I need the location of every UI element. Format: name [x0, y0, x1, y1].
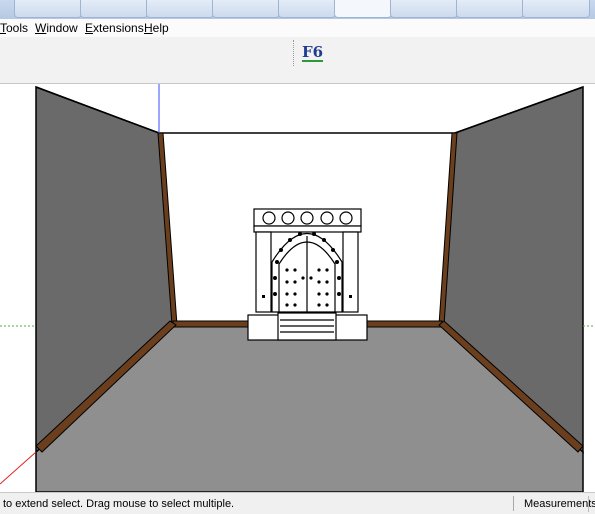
model-viewport[interactable]: [0, 84, 595, 492]
menu-window[interactable]: Window: [35, 21, 78, 35]
browser-tab-strip: [0, 0, 595, 19]
browser-tab[interactable]: [14, 0, 82, 18]
browser-tab[interactable]: [456, 0, 524, 18]
menu-extensions[interactable]: Extensions: [85, 21, 144, 35]
browser-tab-active[interactable]: [334, 0, 392, 18]
browser-tab[interactable]: [80, 0, 148, 18]
status-divider: [513, 496, 514, 511]
menu-bar: Tools Window Extensions Help: [0, 19, 595, 37]
plugin-f6-button[interactable]: F6: [299, 40, 326, 66]
toolbar-area: F6: [0, 37, 595, 84]
toolbar-grip[interactable]: [293, 40, 297, 66]
status-hint: to extend select. Drag mouse to select m…: [3, 498, 235, 510]
menu-help-label: elp: [152, 21, 169, 35]
model-scene: [0, 84, 595, 492]
status-bar: to extend select. Drag mouse to select m…: [0, 492, 595, 514]
menu-window-accel: W: [35, 21, 47, 35]
plugin-f6-icon: F6: [301, 42, 324, 62]
menu-help-accel: H: [144, 21, 153, 35]
browser-tab[interactable]: [146, 0, 214, 18]
measurements-label[interactable]: Measurements: [524, 498, 595, 510]
menu-tools[interactable]: Tools: [0, 21, 28, 35]
menu-tools-label: ools: [6, 21, 29, 35]
menu-window-label: indow: [46, 21, 78, 35]
browser-tab[interactable]: [390, 0, 458, 18]
measurements-input[interactable]: [588, 496, 593, 512]
menu-help[interactable]: Help: [144, 21, 169, 35]
menu-extensions-accel: E: [85, 21, 94, 35]
browser-tab[interactable]: [278, 0, 336, 18]
browser-tab[interactable]: [522, 0, 590, 18]
browser-tab[interactable]: [212, 0, 280, 18]
menu-extensions-label: xtensions: [93, 21, 144, 35]
